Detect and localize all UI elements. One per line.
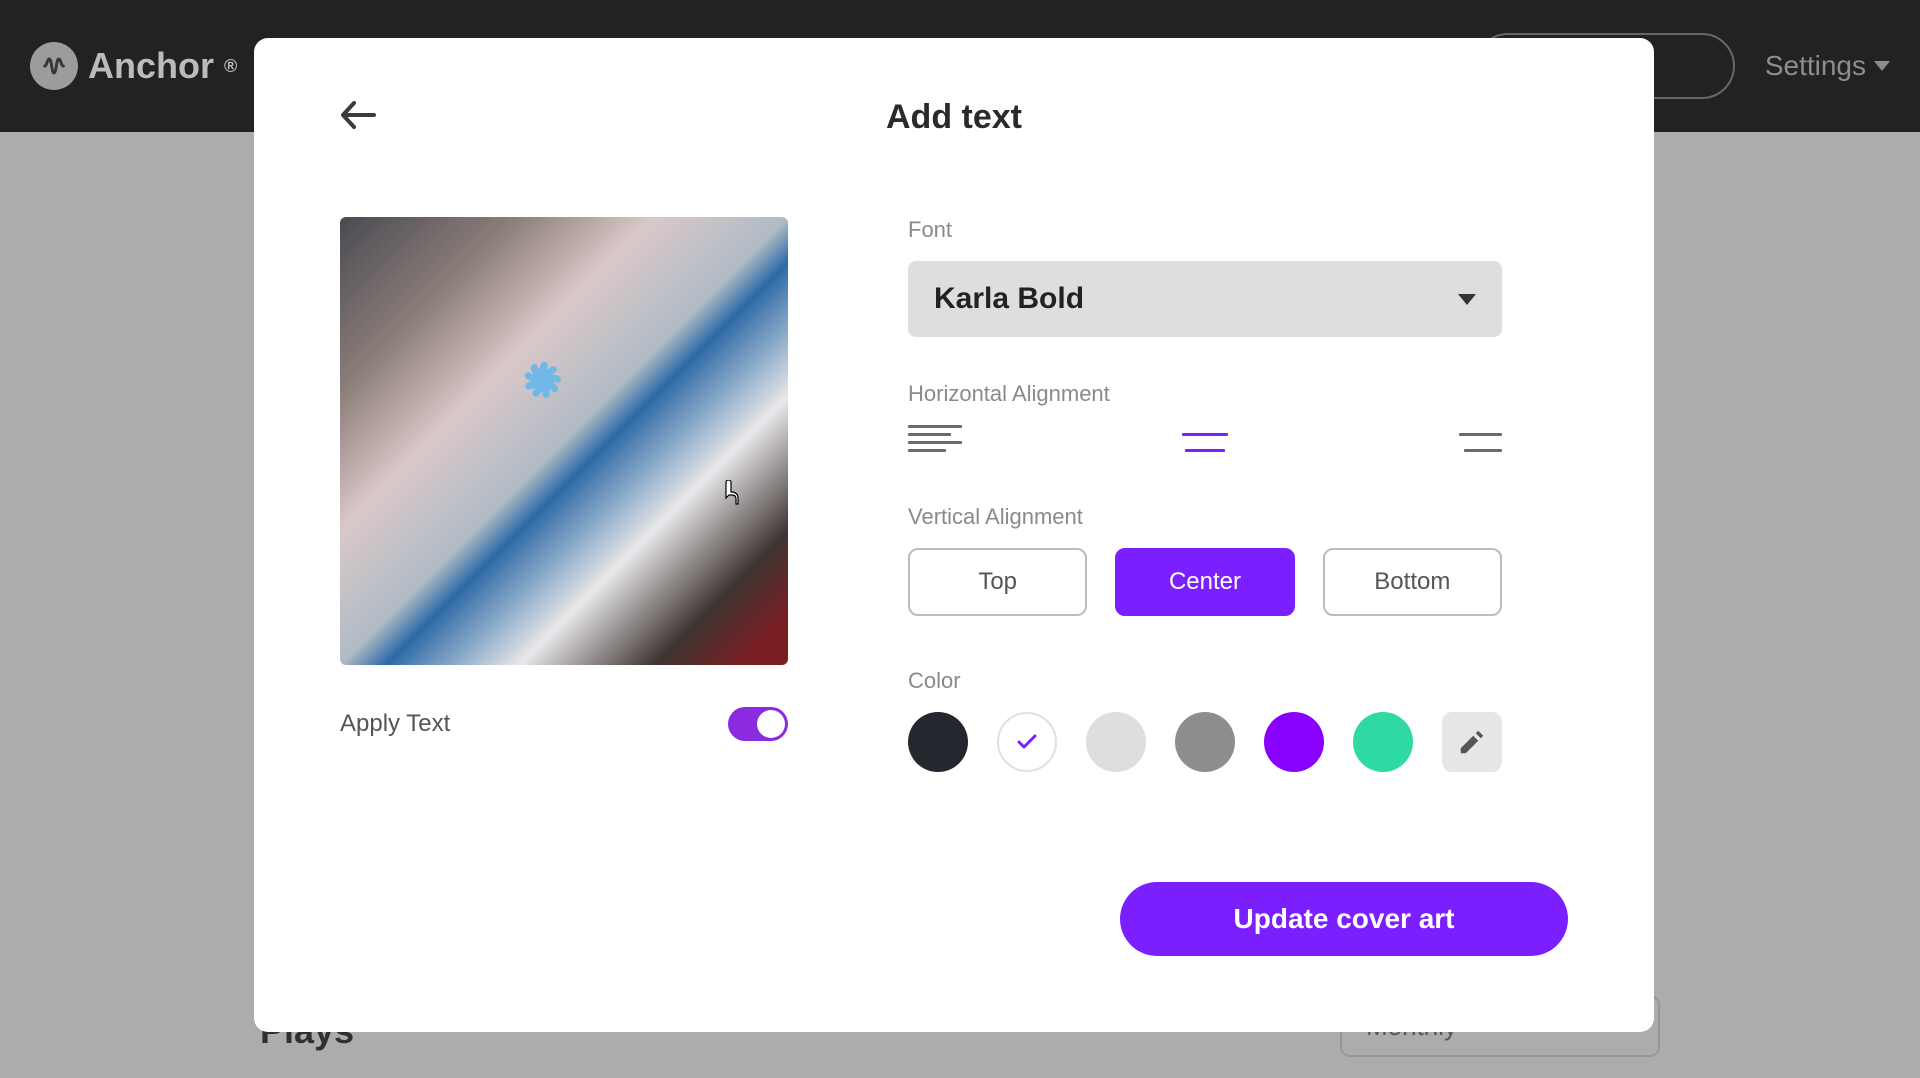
color-swatch-purple[interactable] [1264, 712, 1324, 772]
loading-spinner-icon [511, 379, 581, 449]
color-row [908, 712, 1502, 772]
modal-title: Add text [340, 98, 1568, 137]
valign-label: Vertical Alignment [908, 504, 1568, 530]
add-text-modal: Add text Apply Text [254, 38, 1654, 1032]
toggle-knob [757, 710, 785, 738]
preview-column: Apply Text [340, 217, 788, 956]
apply-text-label: Apply Text [340, 710, 450, 738]
color-label: Color [908, 668, 1568, 694]
halign-row [908, 425, 1502, 452]
valign-center-button[interactable]: Center [1115, 548, 1294, 616]
font-select[interactable]: Karla Bold [908, 261, 1502, 337]
valign-bottom-button[interactable]: Bottom [1323, 548, 1502, 616]
apply-text-row: Apply Text [340, 707, 788, 741]
color-swatch-white[interactable] [997, 712, 1057, 772]
color-swatch-gray[interactable] [1175, 712, 1235, 772]
halign-label: Horizontal Alignment [908, 381, 1568, 407]
apply-text-toggle[interactable] [728, 707, 788, 741]
color-swatch-dark[interactable] [908, 712, 968, 772]
color-swatch-teal[interactable] [1353, 712, 1413, 772]
controls-column: Font Karla Bold Horizontal Alignment Ver… [908, 217, 1568, 956]
font-value: Karla Bold [934, 282, 1084, 316]
modal-body: Apply Text Font Karla Bold Horizontal Al… [340, 217, 1568, 956]
modal-header: Add text [340, 98, 1568, 137]
back-arrow-icon[interactable] [340, 99, 376, 137]
caret-down-icon [1458, 294, 1476, 305]
align-left-icon[interactable] [908, 425, 962, 452]
align-right-icon[interactable] [1448, 425, 1502, 452]
font-label: Font [908, 217, 1568, 243]
cover-art-preview [340, 217, 788, 665]
align-center-icon[interactable] [1178, 425, 1232, 452]
eyedropper-button[interactable] [1442, 712, 1502, 772]
valign-top-button[interactable]: Top [908, 548, 1087, 616]
update-cover-art-button[interactable]: Update cover art [1120, 882, 1568, 956]
color-swatch-lightgray[interactable] [1086, 712, 1146, 772]
valign-row: Top Center Bottom [908, 548, 1502, 616]
check-icon [1015, 730, 1039, 754]
eyedropper-icon [1457, 727, 1487, 757]
